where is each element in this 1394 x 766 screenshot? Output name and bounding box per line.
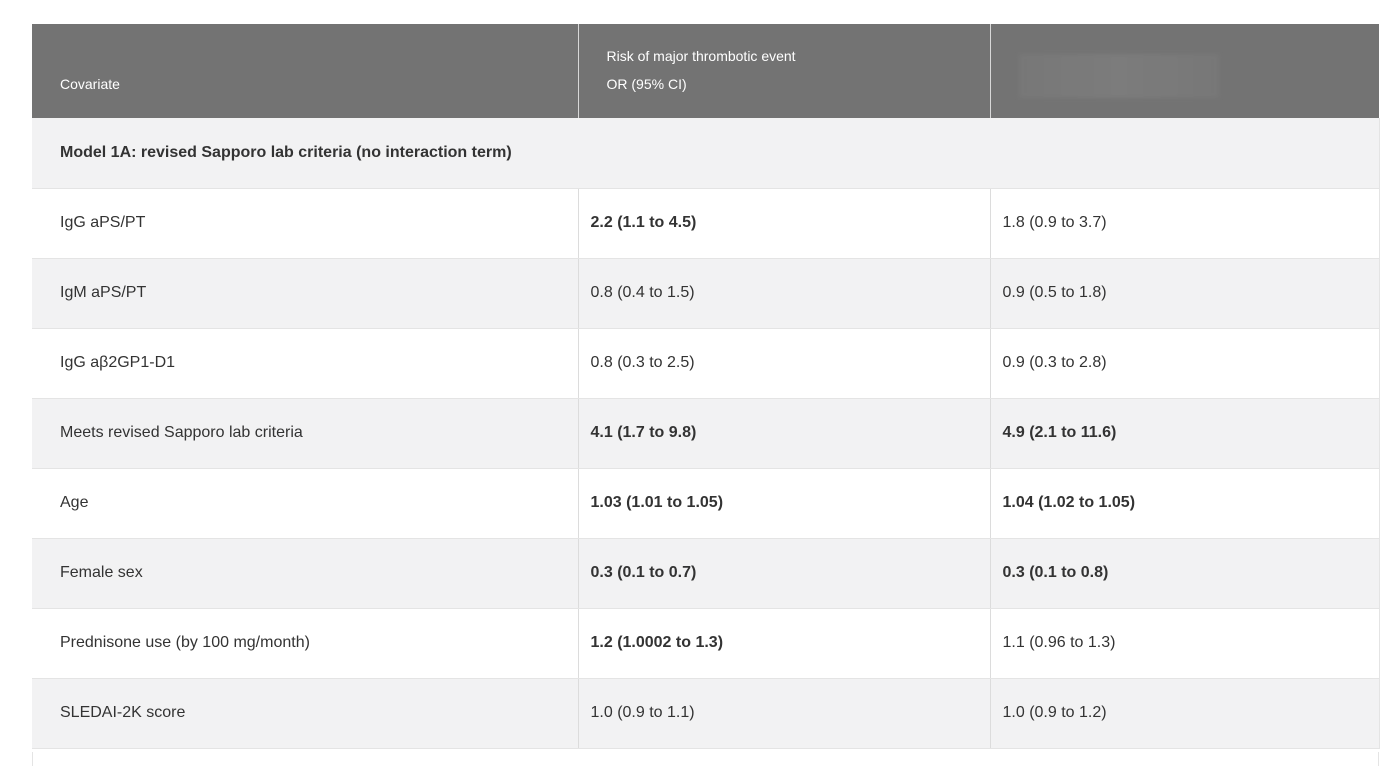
- cell-covariate: Age: [32, 468, 579, 539]
- cell-risk-or: 1.2 (1.0002 to 1.3): [578, 608, 991, 679]
- cell-covariate: Prednisone use (by 100 mg/month): [32, 608, 579, 679]
- table-row-partial: [32, 752, 1379, 766]
- results-table: Covariate Risk of major thrombotic event…: [32, 24, 1380, 749]
- cell-risk-or: 4.1 (1.7 to 9.8): [578, 398, 991, 469]
- table-row: Age 1.03 (1.01 to 1.05) 1.04 (1.02 to 1.05…: [32, 468, 1380, 539]
- cell-adjusted-or: 0.9 (0.3 to 2.8): [990, 328, 1380, 399]
- header-covariate: Covariate: [32, 24, 579, 118]
- table-row: Meets revised Sapporo lab criteria 4.1 (1…: [32, 398, 1380, 469]
- cell-risk-or: 0.3 (0.1 to 0.7): [578, 538, 991, 609]
- cell-risk-or: 2.2 (1.1 to 4.5): [578, 188, 991, 259]
- table-row: Prednisone use (by 100 mg/month) 1.2 (1.0…: [32, 608, 1380, 679]
- cell-adjusted-or: 1.8 (0.9 to 3.7): [990, 188, 1380, 259]
- header-covariate-label: Covariate: [60, 76, 120, 92]
- cell-covariate: Female sex: [32, 538, 579, 609]
- results-table-container: Covariate Risk of major thrombotic event…: [32, 24, 1380, 749]
- cell-risk-or: 1.0 (0.9 to 1.1): [578, 678, 991, 749]
- cell-adjusted-or: 0.9 (0.5 to 1.8): [990, 258, 1380, 329]
- header-risk-unit: OR (95% CI): [606, 76, 687, 92]
- cell-adjusted-or: 0.3 (0.1 to 0.8): [990, 538, 1380, 609]
- header-risk: Risk of major thrombotic event OR (95% C…: [578, 24, 991, 118]
- cell-adjusted-or: 4.9 (2.1 to 11.6): [990, 398, 1380, 469]
- table-row: SLEDAI-2K score 1.0 (0.9 to 1.1) 1.0 (0.9 …: [32, 678, 1380, 749]
- cell-adjusted-or: 1.0 (0.9 to 1.2): [990, 678, 1380, 749]
- cell-covariate: SLEDAI-2K score: [32, 678, 579, 749]
- table-row: Female sex 0.3 (0.1 to 0.7) 0.3 (0.1 to 0.…: [32, 538, 1380, 609]
- section-row: Model 1A: revised Sapporo lab criteria (…: [32, 118, 1380, 189]
- cell-covariate: IgG aβ2GP1-D1: [32, 328, 579, 399]
- section-title: Model 1A: revised Sapporo lab criteria (…: [32, 118, 1380, 189]
- cell-adjusted-or: 1.1 (0.96 to 1.3): [990, 608, 1380, 679]
- table-header: Covariate Risk of major thrombotic event…: [32, 24, 1379, 118]
- redacted-header-text: [1018, 54, 1219, 98]
- cell-covariate: IgM aPS/PT: [32, 258, 579, 329]
- table-row: IgG aβ2GP1-D1 0.8 (0.3 to 2.5) 0.9 (0.3 to…: [32, 328, 1380, 399]
- cell-risk-or: 1.03 (1.01 to 1.05): [578, 468, 991, 539]
- cell-covariate: Meets revised Sapporo lab criteria: [32, 398, 579, 469]
- table-row: IgM aPS/PT 0.8 (0.4 to 1.5) 0.9 (0.5 to 1.…: [32, 258, 1380, 329]
- table-row: IgG aPS/PT 2.2 (1.1 to 4.5) 1.8 (0.9 to 3.…: [32, 188, 1380, 259]
- header-redacted: [990, 24, 1379, 118]
- cell-risk-or: 0.8 (0.4 to 1.5): [578, 258, 991, 329]
- table-body: Model 1A: revised Sapporo lab criteria (…: [32, 118, 1380, 749]
- cell-risk-or: 0.8 (0.3 to 2.5): [578, 328, 991, 399]
- cell-covariate: IgG aPS/PT: [32, 188, 579, 259]
- cell-adjusted-or: 1.04 (1.02 to 1.05): [990, 468, 1380, 539]
- header-risk-title: Risk of major thrombotic event: [606, 48, 796, 64]
